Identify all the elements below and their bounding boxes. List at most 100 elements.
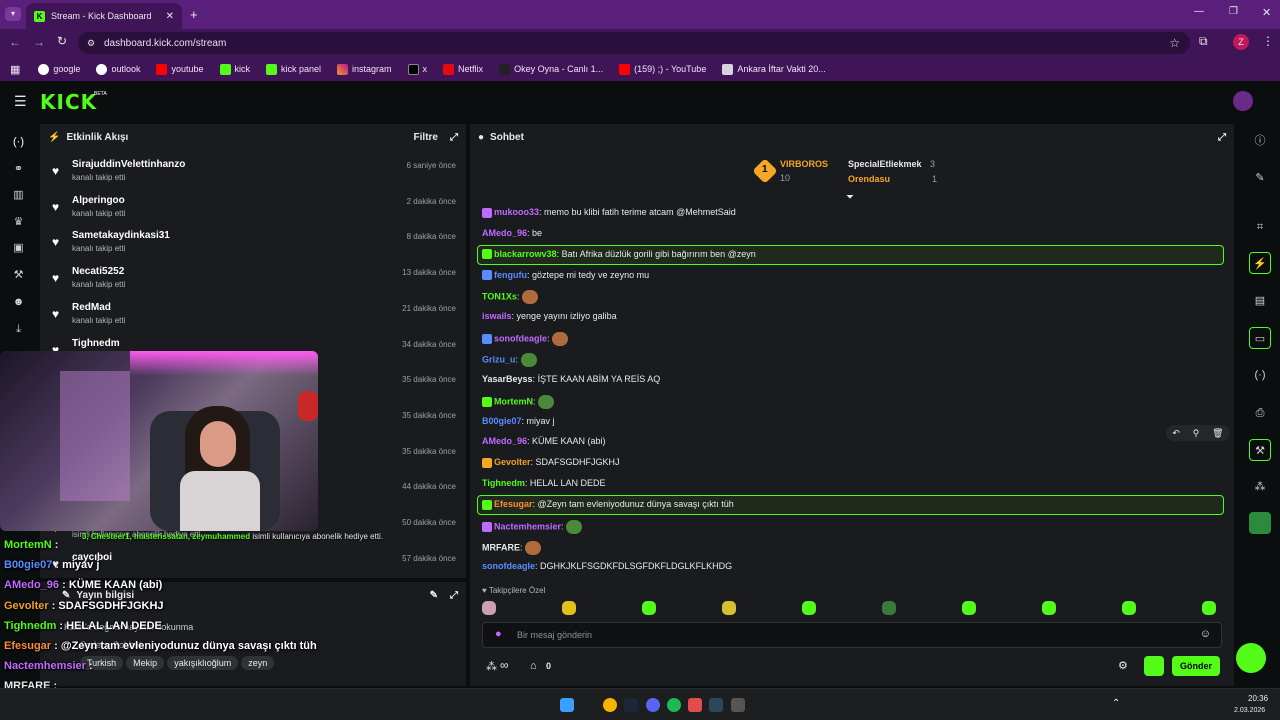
new-tab-button[interactable]: + — [190, 7, 198, 22]
chat-username[interactable]: YasarBeyss — [482, 374, 533, 384]
emote-icon[interactable] — [642, 601, 656, 615]
address-bar[interactable]: ⚙ dashboard.kick.com/stream ☆ — [78, 32, 1190, 54]
emote-icon[interactable] — [562, 601, 576, 615]
link-icon[interactable]: ⚭ — [12, 163, 25, 176]
chat-settings-icon[interactable]: ⚙ — [1118, 659, 1128, 672]
emote-icon[interactable] — [802, 601, 816, 615]
chat-username[interactable]: Efesugar — [494, 499, 533, 509]
stream-broadcast-icon[interactable]: (·) — [12, 136, 25, 149]
chat-username[interactable]: TON1Xs — [482, 292, 517, 302]
chat-username[interactable]: sonofdeagle — [494, 333, 547, 343]
chat-username[interactable]: MRFARE — [482, 542, 520, 552]
emote-icon[interactable] — [1042, 601, 1056, 615]
popout-icon[interactable]: ⤢ — [450, 132, 458, 143]
restore-icon[interactable]: ❐ — [1229, 6, 1238, 17]
download-icon[interactable]: ⤓ — [12, 323, 25, 336]
community-icon[interactable]: ☻ — [12, 296, 25, 309]
spotify-icon[interactable] — [667, 698, 681, 712]
activity-username[interactable]: Alperingoo — [72, 195, 125, 206]
hamburger-menu-icon[interactable]: ☰ — [14, 93, 27, 110]
chat-message[interactable]: Gevolter: SDAFSGDHFJGKHJ — [482, 457, 620, 468]
chat-message[interactable]: Grizu_u: — [482, 352, 537, 367]
bookmark-x[interactable]: x — [402, 63, 434, 75]
chat-message[interactable]: iswails: yenge yayını izliyo galiba — [482, 311, 617, 321]
reload-icon[interactable]: ↻ — [57, 34, 67, 48]
document-icon[interactable]: ▤ — [1249, 290, 1271, 312]
emote-icon[interactable] — [1202, 601, 1216, 615]
extensions-icon[interactable]: ⧉ — [1199, 34, 1208, 49]
chat-username[interactable]: MortemN — [494, 396, 533, 406]
printer-icon[interactable]: ⎙ — [1249, 402, 1271, 424]
chat-username[interactable]: Tighnedm — [482, 478, 525, 488]
bookmark-star-icon[interactable]: ☆ — [1169, 36, 1180, 50]
media-icon[interactable] — [688, 698, 702, 712]
chat-message[interactable]: Tighnedm: HELAL LAN DEDE — [482, 478, 606, 488]
wrench-icon[interactable]: ⚒ — [1249, 439, 1271, 461]
discord-icon[interactable] — [646, 698, 660, 712]
chat-message[interactable]: MRFARE: — [482, 540, 542, 555]
windows-start-icon[interactable] — [560, 698, 574, 712]
back-icon[interactable]: ← — [9, 35, 21, 49]
delete-icon[interactable]: 🗑 — [1212, 428, 1223, 439]
chat-username[interactable]: iswails — [482, 311, 512, 321]
activity-username[interactable]: Tighnedm — [72, 338, 120, 349]
chat-username[interactable]: Grizu_u — [482, 354, 516, 364]
chat-message[interactable]: YasarBeyss: İŞTE KAAN ABİM YA REİS AQ — [482, 374, 660, 384]
chat-message[interactable]: blackarrowv38: Batı Afrika düzlük gorili… — [482, 249, 756, 260]
chat-message[interactable]: Efesugar: @Zeyn tam evleniyodunuz dünya … — [482, 499, 734, 510]
profile-avatar[interactable]: Z — [1233, 34, 1249, 50]
support-button[interactable] — [1236, 643, 1266, 673]
bookmark-kick[interactable]: kick — [214, 63, 257, 75]
video-icon[interactable]: ▣ — [12, 242, 25, 255]
scan-icon[interactable]: ⌗ — [1249, 216, 1271, 238]
emote-icon[interactable] — [482, 601, 496, 615]
steam-icon[interactable] — [624, 698, 638, 712]
info-icon[interactable]: ⓘ — [1249, 130, 1271, 152]
chat-message[interactable]: sonofdeagle: — [482, 332, 569, 347]
chat-message[interactable]: sonofdeagle: DGHKJKLFSGDKFDLSGFDKFLDGLKF… — [482, 561, 732, 571]
emote-icon[interactable] — [722, 601, 736, 615]
tag-chip[interactable]: zeyn — [241, 656, 275, 670]
activity-username[interactable]: Necati5252 — [72, 266, 124, 277]
bookmark-netflix[interactable]: Netflix — [437, 63, 489, 75]
chrome-icon[interactable] — [603, 698, 617, 712]
tray-chevron-icon[interactable]: ⌃ — [1112, 698, 1120, 709]
chat-message[interactable]: TON1Xs: — [482, 290, 538, 305]
edit-stream-icon[interactable]: ✎ — [430, 590, 438, 601]
bookmark-iftar[interactable]: Ankara İftar Vakti 20... — [716, 63, 831, 75]
bookmark-kick-panel[interactable]: kick panel — [260, 63, 327, 75]
popout-icon[interactable]: ⤢ — [1218, 132, 1226, 143]
chat-username[interactable]: AMedo_96 — [482, 436, 527, 446]
bolt-icon[interactable]: ⚡ — [1249, 252, 1271, 274]
forward-icon[interactable]: → — [33, 35, 45, 49]
chat-message[interactable]: AMedo_96: be — [482, 228, 542, 238]
points-icon[interactable]: ⁂ — [1249, 476, 1271, 498]
tab-search-button[interactable]: ▾ — [5, 7, 21, 21]
chat-input[interactable]: ● Bir mesaj gönderin ☺ — [482, 622, 1222, 648]
leader-2-name[interactable]: SpecialEtliekmek — [848, 159, 922, 169]
minimize-icon[interactable]: — — [1194, 6, 1204, 17]
kick-logo[interactable]: KICK — [40, 90, 97, 114]
tag-chip[interactable]: yakışıklıoğlum — [167, 656, 239, 670]
bookmark-google[interactable]: google — [32, 63, 86, 75]
site-info-icon[interactable]: ⚙ — [87, 38, 95, 49]
filter-button[interactable]: Filtre — [414, 132, 438, 143]
chat-username[interactable]: blackarrowv38 — [494, 249, 557, 259]
broadcast-icon[interactable]: (·) — [1249, 364, 1271, 386]
send-button[interactable]: Gönder — [1172, 656, 1220, 676]
activity-username[interactable]: RedMad — [72, 302, 111, 313]
close-tab-icon[interactable]: ✕ — [166, 11, 174, 22]
bookmark-youtube[interactable]: youtube — [150, 63, 209, 75]
user-avatar[interactable] — [1233, 91, 1253, 111]
activity-username[interactable]: SirajuddinVelettinhanzo — [72, 159, 185, 170]
chat-username[interactable]: Nactemhemsier — [494, 521, 561, 531]
leader-3-name[interactable]: Orendasu — [848, 174, 890, 184]
points-icon[interactable]: ⁂ — [486, 660, 497, 673]
chat-message[interactable]: mukooo33: memo bu klibi fatih terime atc… — [482, 207, 736, 218]
chat-message[interactable]: Nactemhemsier: — [482, 519, 583, 534]
emote-icon[interactable] — [1122, 601, 1136, 615]
green-app-icon[interactable] — [1249, 512, 1271, 534]
activity-username[interactable]: Sametakaydinkasi31 — [72, 230, 170, 241]
emoji-icon[interactable]: ☺ — [1200, 628, 1211, 640]
steam-icon[interactable] — [709, 698, 723, 712]
